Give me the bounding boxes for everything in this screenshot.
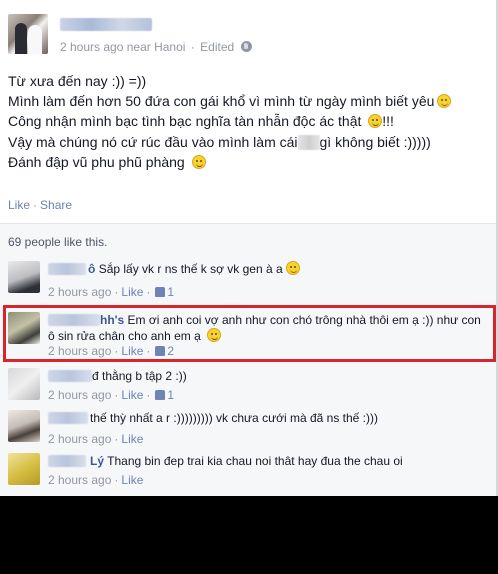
thumbs-up-icon bbox=[155, 287, 166, 297]
commenter-avatar[interactable] bbox=[8, 410, 40, 442]
post-meta: 2 hours ago near Hanoi · Edited bbox=[60, 40, 252, 54]
comments-list: ô Sắp lấy vk r ns thế k sợ vk gen à a 2 … bbox=[0, 255, 496, 496]
commenter-avatar[interactable] bbox=[8, 453, 40, 485]
post-header: 2 hours ago near Hanoi · Edited bbox=[8, 14, 488, 58]
globe-icon[interactable] bbox=[240, 41, 252, 52]
comment-text: ô Sắp lấy vk r ns thế k sợ vk gen à a bbox=[48, 261, 488, 277]
comment-meta: 2 hours ago · Like · 1 bbox=[48, 285, 175, 299]
post-line: Mình làm đến hơn 50 đứa con gái khổ vì m… bbox=[8, 91, 488, 111]
comment-text: đ thằng b tập 2 :)) bbox=[92, 369, 187, 383]
post-line: Từ xưa đến nay :)) =)) bbox=[8, 73, 147, 89]
likes-summary: 69 people like this. bbox=[0, 223, 496, 255]
share-link[interactable]: Share bbox=[40, 198, 72, 212]
comment-like-link[interactable]: Like bbox=[121, 432, 143, 446]
emoticon-icon bbox=[368, 114, 383, 129]
post-actions: Like · Share bbox=[8, 198, 73, 212]
comment-text: thế thỳ nhất a r :))))))))) vk chưa cưới… bbox=[90, 411, 378, 425]
comment-like-count[interactable]: 1 bbox=[167, 285, 174, 299]
author-name-redacted[interactable] bbox=[60, 18, 152, 31]
post-body: Từ xưa đến nay :)) =)) Mình làm đến hơn … bbox=[8, 71, 488, 172]
emoticon-icon bbox=[437, 94, 452, 109]
thumbs-up-icon bbox=[155, 390, 166, 400]
post-time[interactable]: 2 hours ago bbox=[60, 40, 123, 54]
comment-meta: 2 hours ago · Like · 1 bbox=[48, 388, 175, 402]
comment-time[interactable]: 2 hours ago bbox=[48, 388, 111, 402]
like-link[interactable]: Like bbox=[8, 198, 30, 212]
edited-label[interactable]: Edited bbox=[200, 40, 234, 54]
comment-time[interactable]: 2 hours ago bbox=[48, 285, 111, 299]
post-line: Vậy mà chúng nó cứ rúc đầu vào mình làm … bbox=[8, 133, 431, 150]
comment-time[interactable]: 2 hours ago bbox=[48, 473, 111, 487]
comment-like-link[interactable]: Like bbox=[121, 285, 143, 299]
emoticon-icon bbox=[191, 154, 206, 169]
highlight-box bbox=[3, 305, 496, 362]
commenter-avatar[interactable] bbox=[8, 368, 40, 400]
comment-meta: 2 hours ago · Like bbox=[48, 473, 144, 487]
comment-time[interactable]: 2 hours ago bbox=[48, 432, 111, 446]
comment-like-count[interactable]: 1 bbox=[167, 388, 174, 402]
post-location[interactable]: near Hanoi bbox=[127, 40, 186, 54]
author-avatar[interactable] bbox=[8, 14, 48, 54]
black-bar bbox=[0, 496, 498, 574]
redacted-word bbox=[297, 134, 320, 150]
post-line: Công nhận mình bạc tình bạc nghĩa tàn nh… bbox=[8, 113, 394, 130]
comment-like-link[interactable]: Like bbox=[121, 388, 143, 402]
post-line: Đánh đập vũ phu phũ phàng bbox=[8, 152, 488, 172]
likes-count[interactable]: 69 people like this. bbox=[8, 235, 107, 249]
comment-like-link[interactable]: Like bbox=[121, 473, 143, 487]
commenter-avatar[interactable] bbox=[8, 261, 40, 293]
comment-meta: 2 hours ago · Like bbox=[48, 432, 144, 446]
comment-text: Lý Thang bin đep trai kia chau noi thât … bbox=[90, 454, 403, 468]
emoticon-icon bbox=[285, 261, 300, 275]
post-card: 2 hours ago near Hanoi · Edited Từ xưa đ… bbox=[0, 0, 498, 496]
